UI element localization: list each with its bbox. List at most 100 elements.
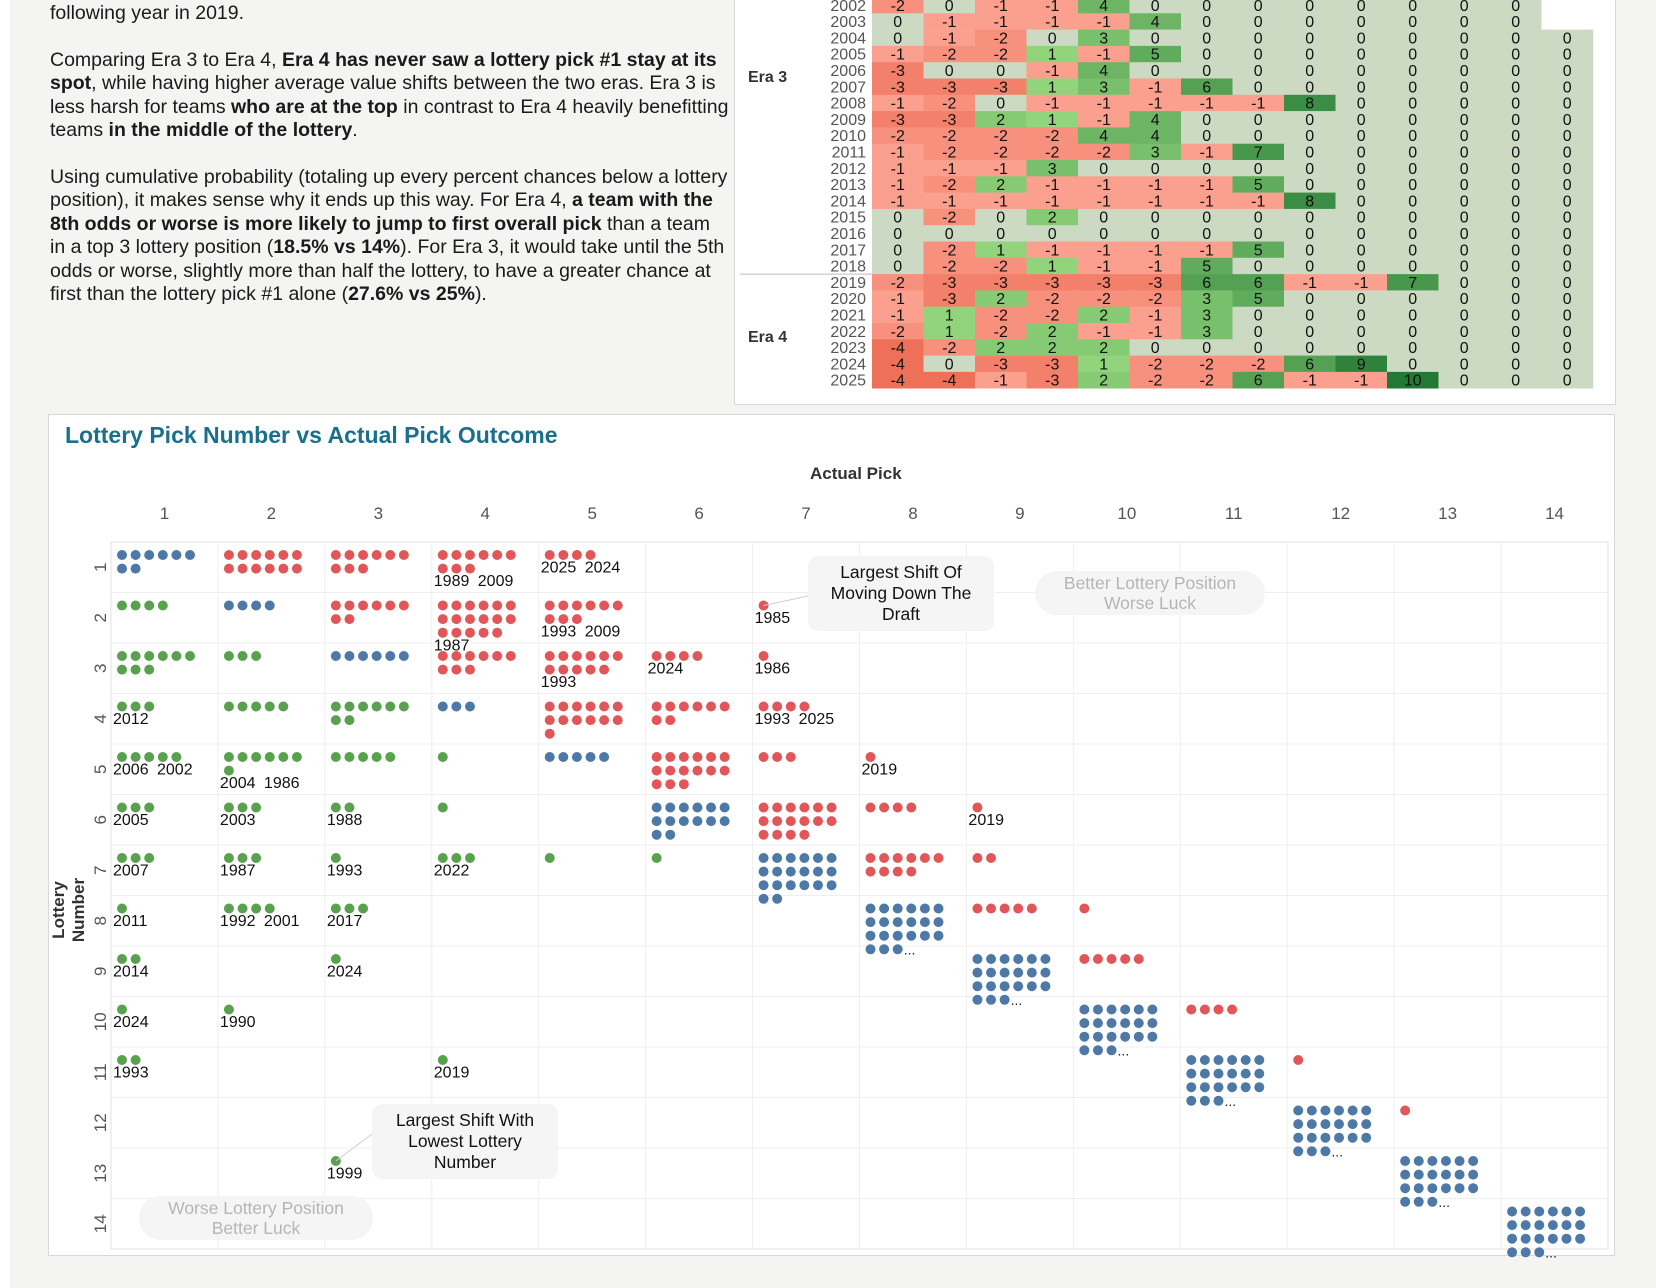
pick-outcome-dot — [1468, 1156, 1479, 1166]
pick-outcome-dot — [237, 651, 248, 661]
pick-outcome-dot — [772, 701, 783, 712]
pick-outcome-dot — [986, 954, 997, 964]
pick-outcome-dot — [1547, 1206, 1558, 1217]
pick-outcome-dot — [278, 550, 289, 560]
pick-outcome-dot — [451, 614, 462, 625]
pick-outcome-dot — [264, 600, 275, 611]
pick-outcome-dot — [385, 550, 396, 560]
pick-outcome-dot — [1400, 1196, 1411, 1207]
pick-outcome-dot — [585, 550, 596, 560]
pick-outcome-dot — [237, 903, 248, 914]
pick-outcome-dot — [117, 600, 127, 611]
pick-outcome-dot — [437, 1055, 448, 1065]
pick-outcome-dot — [865, 917, 876, 928]
pick-outcome-dot — [678, 802, 689, 813]
pick-outcome-dot — [865, 752, 876, 762]
pick-outcome-dot — [264, 903, 275, 914]
pick-outcome-dot — [223, 550, 234, 560]
more-marker: ... — [1438, 1194, 1450, 1210]
pick-outcome-dot — [785, 866, 796, 877]
pick-outcome-dot — [1507, 1220, 1518, 1231]
pick-outcome-dot — [464, 664, 475, 675]
pick-outcome-dot — [678, 752, 689, 762]
pick-outcome-dot — [1040, 981, 1051, 992]
x-tick-label: 11 — [1225, 504, 1243, 523]
pick-outcome-dot — [144, 752, 155, 762]
pick-outcome-dot — [264, 752, 275, 762]
region-label-better-position: Better Lottery Position Worse Luck — [1035, 571, 1265, 615]
pick-outcome-dot — [758, 752, 769, 762]
pick-outcome-dot — [1227, 1082, 1238, 1093]
pick-outcome-dot — [772, 829, 783, 840]
pick-outcome-dot — [865, 944, 876, 955]
pick-outcome-dot — [144, 853, 155, 863]
pick-outcome-dot — [906, 853, 917, 863]
y-tick-label: 11 — [91, 1063, 110, 1081]
year-label: 1987 — [434, 637, 470, 654]
year-label: 2007 — [113, 863, 149, 880]
pick-outcome-dot — [772, 853, 783, 863]
pick-outcome-dot — [879, 866, 890, 877]
year-label: 1989 — [434, 573, 470, 590]
pick-outcome-dot — [1213, 1095, 1224, 1106]
pick-outcome-dot — [1227, 1068, 1238, 1079]
pick-outcome-dot — [1079, 1018, 1090, 1029]
pick-outcome-dot — [919, 917, 930, 928]
pick-outcome-dot — [130, 701, 141, 712]
pick-outcome-dot — [651, 779, 662, 790]
pick-outcome-dot — [437, 627, 448, 638]
pick-outcome-dot — [558, 701, 569, 712]
pick-outcome-dot — [986, 903, 997, 914]
pick-outcome-dot — [1213, 1055, 1224, 1065]
pick-outcome-dot — [665, 715, 676, 726]
lottery-dot-plot[interactable]: 1 2 3 4 5 6 7 8 9 10 11 12 13 14123456789101112131419… — [0, 0, 1656, 1288]
pick-outcome-dot — [117, 550, 127, 560]
pick-outcome-dot — [344, 563, 355, 574]
pick-outcome-dot — [1227, 1055, 1238, 1065]
pick-outcome-dot — [171, 651, 182, 661]
more-marker: ... — [1118, 1042, 1130, 1058]
pick-outcome-dot — [1427, 1183, 1438, 1194]
pick-outcome-dot — [1227, 1004, 1238, 1015]
pick-outcome-dot — [571, 550, 582, 560]
pick-outcome-dot — [599, 715, 610, 726]
pick-outcome-dot — [812, 880, 823, 891]
pick-outcome-dot — [1147, 1031, 1158, 1042]
pick-outcome-dot — [785, 802, 796, 813]
pick-outcome-dot — [1361, 1119, 1372, 1130]
pick-outcome-dot — [651, 715, 662, 726]
pick-outcome-dot — [758, 701, 769, 712]
more-marker: ... — [904, 941, 916, 957]
pick-outcome-dot — [719, 701, 730, 712]
pick-outcome-dot — [1320, 1119, 1331, 1130]
pick-outcome-dot — [1454, 1156, 1465, 1166]
pick-outcome-dot — [665, 752, 676, 762]
pick-outcome-dot — [1334, 1119, 1345, 1130]
more-marker: ... — [1545, 1244, 1557, 1260]
pick-outcome-dot — [437, 752, 448, 762]
pick-outcome-dot — [451, 701, 462, 712]
pick-outcome-dot — [1213, 1004, 1224, 1015]
pick-outcome-dot — [130, 651, 141, 661]
pick-outcome-dot — [1133, 1018, 1144, 1029]
pick-outcome-dot — [692, 816, 703, 827]
pick-outcome-dot — [492, 600, 503, 611]
pick-outcome-dot — [505, 600, 516, 611]
pick-outcome-dot — [1186, 1055, 1197, 1065]
pick-outcome-dot — [157, 600, 168, 611]
pick-outcome-dot — [371, 550, 382, 560]
year-label: 2019 — [968, 812, 1004, 829]
pick-outcome-dot — [144, 701, 155, 712]
pick-outcome-dot — [464, 701, 475, 712]
pick-outcome-dot — [544, 664, 555, 675]
pick-outcome-dot — [972, 954, 983, 964]
pick-outcome-dot — [544, 550, 555, 560]
pick-outcome-dot — [678, 765, 689, 776]
pick-outcome-dot — [1120, 1004, 1131, 1015]
pick-outcome-dot — [1120, 1031, 1131, 1042]
pick-outcome-dot — [558, 651, 569, 661]
pick-outcome-dot — [371, 651, 382, 661]
pick-outcome-dot — [544, 728, 555, 739]
pick-outcome-dot — [999, 994, 1010, 1005]
pick-outcome-dot — [223, 765, 234, 776]
